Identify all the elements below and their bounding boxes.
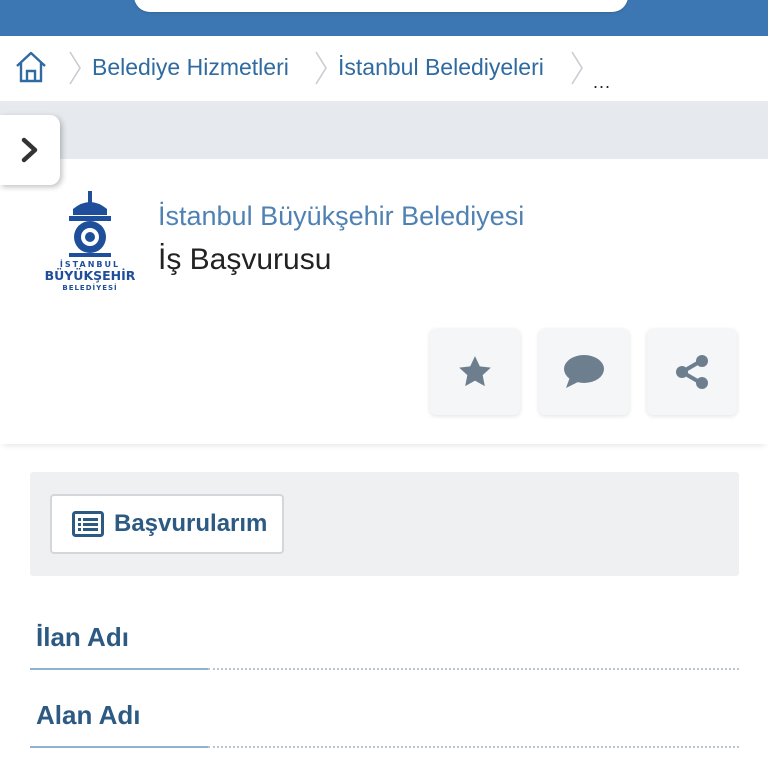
comment-icon	[564, 355, 604, 388]
my-applications-button[interactable]: Başvurularım	[50, 494, 284, 554]
content-top-bar	[0, 101, 768, 159]
comment-button[interactable]	[539, 329, 629, 415]
ibb-logo: İSTANBUL BÜYÜKŞEHİR BELEDİYESİ	[45, 191, 136, 292]
chevron-right-icon	[571, 51, 583, 85]
logo-text-line-2: BÜYÜKŞEHİR	[45, 268, 136, 283]
list-icon	[72, 511, 104, 537]
sidebar-toggle-button[interactable]	[0, 115, 60, 185]
field-underline-dotted	[208, 746, 739, 748]
field-underline	[30, 746, 208, 748]
area-name-field[interactable]: Alan Adı	[30, 692, 739, 748]
job-title-label: İlan Adı	[36, 622, 129, 652]
applications-panel: Başvurularım	[30, 472, 739, 576]
chevron-right-icon	[69, 51, 81, 85]
home-icon	[16, 51, 46, 83]
share-button[interactable]	[647, 329, 737, 415]
area-name-label: Alan Adı	[36, 700, 141, 730]
job-title-field[interactable]: İlan Adı	[30, 614, 739, 670]
breadcrumb-item-belediye-hizmetleri[interactable]: Belediye Hizmetleri	[92, 54, 289, 81]
breadcrumb-more[interactable]: ...	[593, 72, 611, 93]
breadcrumb: Belediye Hizmetleri İstanbul Belediyeler…	[0, 36, 768, 100]
logo-text-line-3: BELEDİYESİ	[62, 283, 117, 292]
chevron-right-icon	[21, 137, 38, 163]
org-name: İstanbul Büyükşehir Belediyesi	[158, 201, 525, 231]
service-header: İSTANBUL BÜYÜKŞEHİR BELEDİYESİ İstanbul …	[0, 159, 768, 444]
search-input[interactable]	[134, 0, 628, 12]
chevron-right-icon	[315, 51, 327, 85]
favorite-button[interactable]	[430, 329, 520, 415]
field-underline	[30, 668, 208, 670]
field-underline-dotted	[208, 668, 739, 670]
share-icon	[676, 355, 708, 389]
service-title: İş Başvurusu	[158, 243, 332, 276]
breadcrumb-item-istanbul-belediyeleri[interactable]: İstanbul Belediyeleri	[338, 54, 544, 81]
star-icon	[459, 356, 491, 387]
my-applications-label: Başvurularım	[114, 510, 268, 537]
top-bar	[0, 0, 768, 36]
home-button[interactable]	[12, 48, 50, 86]
